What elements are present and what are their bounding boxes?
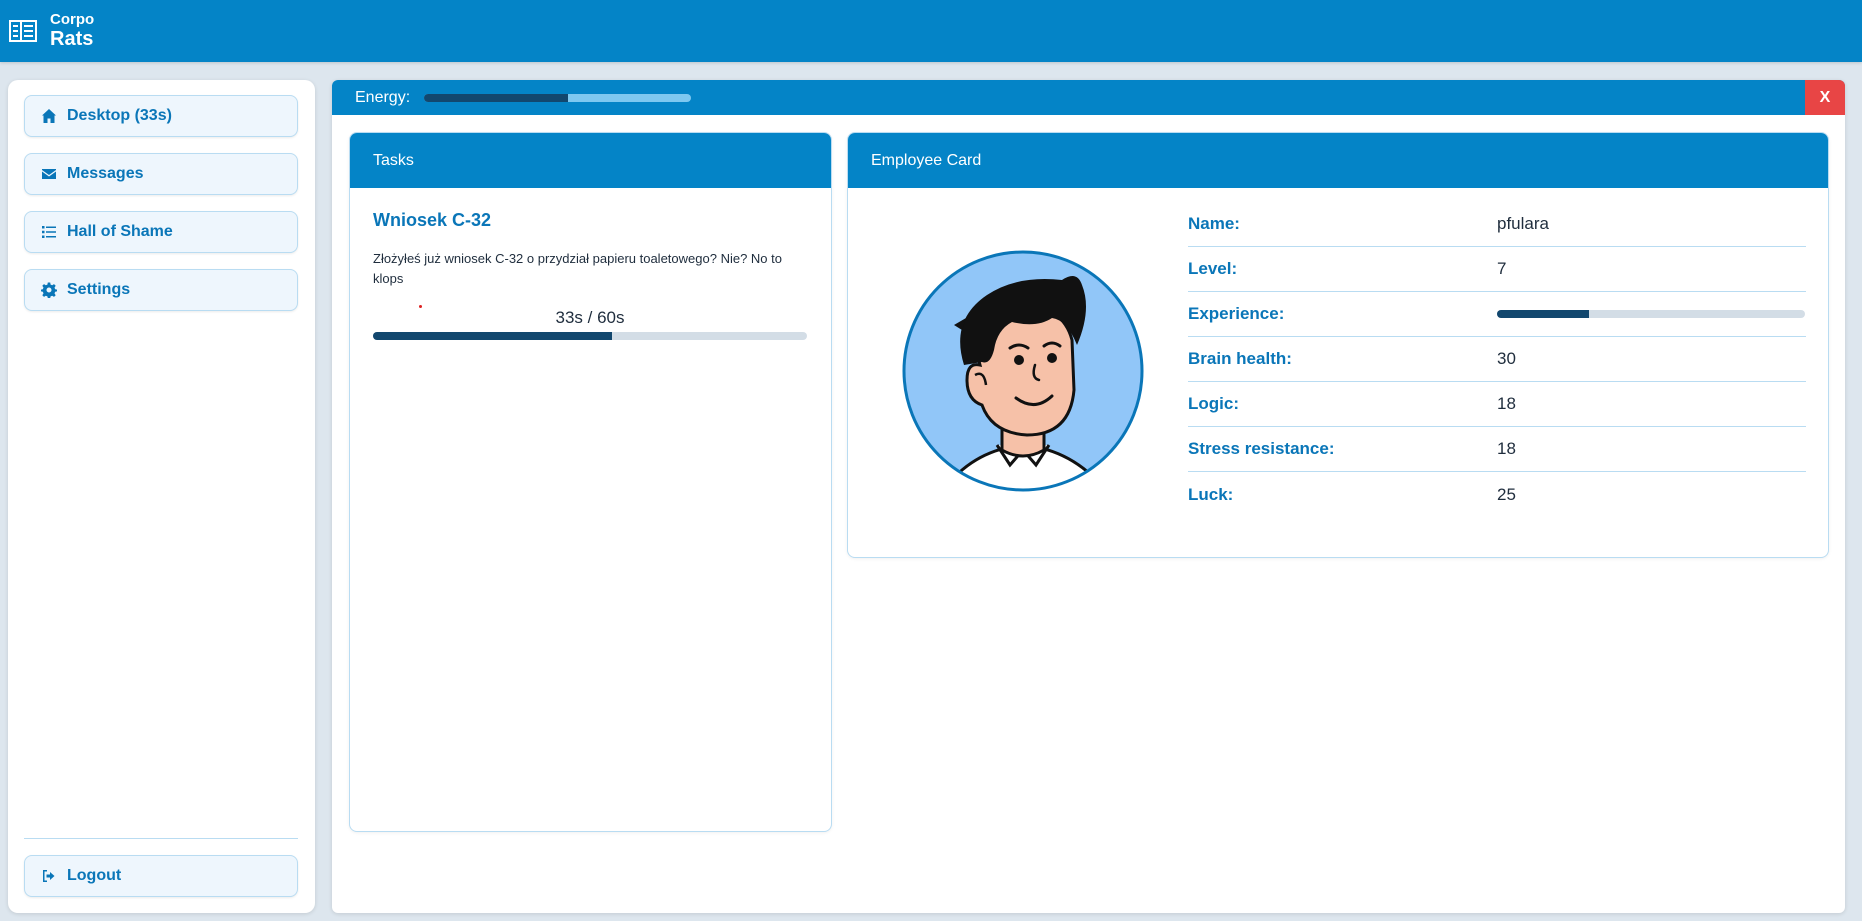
task-timer: 33s / 60s [555, 308, 625, 327]
energy-meter-fill [424, 93, 569, 102]
task-progress-fill [373, 332, 612, 340]
employee-card: Employee Card Name: pfulara Level: 7 Exp… [847, 132, 1829, 558]
top-bar: Corpo Rats [0, 0, 1862, 62]
stat-label: Level: [1188, 259, 1238, 278]
stat-value: 30 [1497, 349, 1516, 368]
stat-row-experience: Experience: [1188, 292, 1806, 337]
stat-label: Name: [1188, 214, 1240, 233]
avatar-icon [902, 250, 1144, 492]
close-button[interactable]: X [1805, 80, 1845, 115]
sidebar-item-label: Desktop (33s) [67, 107, 172, 124]
stat-label: Luck: [1188, 484, 1234, 504]
stat-value: 7 [1497, 259, 1507, 278]
sidebar-item-label: Settings [67, 281, 131, 298]
brand-line2: Rats [50, 28, 94, 51]
main-panel: Energy: X Tasks Wniosek C-32 Złożyłeś ju… [332, 80, 1845, 913]
tasks-card: Tasks Wniosek C-32 Złożyłeś już wniosek … [349, 132, 832, 832]
stat-value: 18 [1497, 439, 1516, 458]
task-title[interactable]: Wniosek C-32 [373, 210, 491, 231]
sign-out-icon [43, 870, 55, 882]
experience-progress-bar [1497, 310, 1805, 318]
stat-row-luck: Luck: 25 [1188, 472, 1806, 517]
brand-line1: Corpo [50, 10, 95, 28]
stat-label: Logic: [1188, 394, 1239, 413]
logout-label: Logout [67, 867, 122, 884]
building-icon [9, 20, 37, 42]
stat-value: 25 [1497, 484, 1516, 504]
stat-value: 18 [1497, 394, 1516, 413]
sidebar-item-label: Hall of Shame [67, 223, 173, 240]
sidebar-item-label: Messages [67, 165, 144, 182]
stat-label: Brain health: [1188, 349, 1292, 368]
gear-icon [41, 282, 57, 298]
sidebar-divider [24, 838, 298, 839]
sidebar-item-hall-of-shame[interactable]: Hall of Shame [24, 211, 298, 253]
stat-row-name: Name: pfulara [1188, 202, 1806, 247]
experience-progress-fill [1497, 310, 1590, 318]
sidebar: Desktop (33s) Messages Hall of Shame Set… [8, 80, 315, 913]
stat-row-brain-health: Brain health: 30 [1188, 337, 1806, 382]
stat-label: Stress resistance: [1188, 439, 1335, 458]
stat-row-stress-resistance: Stress resistance: 18 [1188, 427, 1806, 472]
employee-card-header: Employee Card [848, 133, 1828, 188]
stat-value: pfulara [1497, 214, 1549, 233]
brand-logo[interactable]: Corpo Rats [50, 10, 95, 51]
energy-label: Energy: [355, 88, 411, 106]
home-icon [42, 109, 56, 123]
tasks-header: Tasks [350, 133, 831, 188]
task-description: Złożyłeś już wniosek C-32 o przydział pa… [373, 251, 782, 286]
sidebar-item-settings[interactable]: Settings [24, 269, 298, 311]
logout-button[interactable]: Logout [24, 855, 298, 897]
stat-label: Experience: [1188, 304, 1285, 323]
task-progress-bar [373, 332, 807, 340]
sidebar-item-desktop[interactable]: Desktop (33s) [24, 95, 298, 137]
list-icon [42, 226, 56, 238]
energy-bar: Energy: X [332, 80, 1845, 115]
sidebar-item-messages[interactable]: Messages [24, 153, 298, 195]
stat-row-level: Level: 7 [1188, 247, 1806, 292]
energy-meter [424, 93, 692, 102]
stat-row-logic: Logic: 18 [1188, 382, 1806, 427]
envelope-icon [42, 169, 56, 179]
